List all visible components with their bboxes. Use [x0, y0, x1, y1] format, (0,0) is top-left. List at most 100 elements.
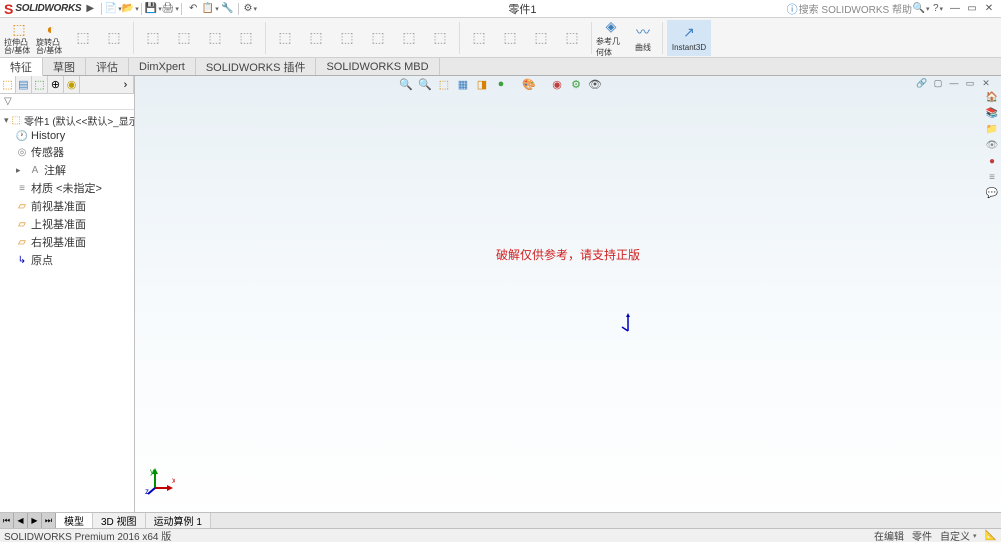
rebuild-button[interactable]: 🔧: [219, 2, 235, 16]
hide-show-icon[interactable]: 👁: [587, 76, 603, 92]
bottom-tab-3dview[interactable]: 3D 视图: [93, 513, 146, 528]
panel-tab-property[interactable]: ▤: [16, 76, 32, 93]
tree-item-sensors[interactable]: ◎ 传感器: [2, 143, 132, 161]
zoom-area-icon[interactable]: 🔍: [417, 76, 433, 92]
status-custom[interactable]: 自定义 ▾: [940, 528, 977, 543]
display-style-icon[interactable]: ▦: [455, 76, 471, 92]
disabled-btn-12: ⬚: [425, 20, 455, 56]
vp-close-button[interactable]: ✕: [979, 76, 993, 90]
tab-scroll-prev-button[interactable]: ◀: [14, 513, 28, 528]
tab-mbd[interactable]: SOLIDWORKS MBD: [316, 58, 439, 75]
zoom-fit-icon[interactable]: 🔍: [398, 76, 414, 92]
titlebar-left: S SOLIDWORKS ▶ 📄▾ 📂▾ 💾▾ 🖨▾ ↶ 📋▾ 🔧 ⚙▾: [4, 1, 258, 17]
tab-addins[interactable]: SOLIDWORKS 插件: [196, 58, 317, 75]
filter-icon[interactable]: ▽: [4, 96, 12, 107]
edit-appearance-icon[interactable]: 🎨: [521, 76, 537, 92]
taskpane-forum-icon[interactable]: 💬: [985, 186, 999, 200]
extrude-label: 拉伸凸台/基体: [4, 39, 34, 55]
curve-button[interactable]: 〰 曲线: [628, 20, 658, 56]
scene-icon[interactable]: ●: [493, 76, 509, 92]
disabled-btn-8: ⬚: [301, 20, 331, 56]
panel-expand-button[interactable]: ›: [118, 76, 134, 93]
refgeom-label: 参考几何体: [596, 36, 626, 58]
play-button[interactable]: ▶: [82, 2, 98, 16]
close-button[interactable]: ✕: [981, 2, 997, 16]
panel-tab-config[interactable]: ⬚: [32, 76, 48, 93]
taskpane-appearance-icon[interactable]: ●: [985, 154, 999, 168]
tree-item-history[interactable]: 🕐 History: [2, 129, 132, 143]
print-button[interactable]: 🖨▾: [162, 2, 178, 16]
options-button[interactable]: ⚙▾: [242, 2, 258, 16]
tab-dimxpert[interactable]: DimXpert: [129, 58, 196, 75]
collapse-icon[interactable]: ▾: [4, 115, 9, 126]
panel-filter-row: ▽: [0, 94, 134, 110]
revolve-icon: ◐: [41, 20, 61, 38]
taskpane-home-icon[interactable]: 🏠: [985, 90, 999, 104]
open-button[interactable]: 📂▾: [122, 2, 138, 16]
tree-root-label: 零件1 (默认<<默认>_显示状态 1>): [24, 113, 134, 128]
ribbon: ⬚ 拉伸凸台/基体 ◐ 旋转凸台/基体 ⬚ ⬚ ⬚ ⬚ ⬚ ⬚ ⬚ ⬚ ⬚ ⬚ …: [0, 18, 1001, 58]
panel-tab-feature-tree[interactable]: ⬚: [0, 76, 16, 93]
tab-features[interactable]: 特征: [0, 58, 43, 76]
redo-button[interactable]: 📋▾: [202, 2, 218, 16]
tree-item-top-plane[interactable]: ▱ 上视基准面: [2, 215, 132, 233]
vp-other-icon[interactable]: ▢: [931, 76, 945, 90]
separator: [141, 3, 142, 15]
restore-button[interactable]: ▭: [964, 2, 980, 16]
panel-tabs: ⬚ ▤ ⬚ ⊕ ◉ ›: [0, 76, 134, 94]
tab-scroll-next-button[interactable]: ▶: [28, 513, 42, 528]
tree-item-material[interactable]: ≡ 材质 <未指定>: [2, 179, 132, 197]
tab-scroll-last-button[interactable]: ⏭: [42, 513, 56, 528]
vp-minimize-button[interactable]: —: [947, 76, 961, 90]
tree-root[interactable]: ▾ ⬚ 零件1 (默认<<默认>_显示状态 1>): [2, 112, 132, 129]
tree-label: 前视基准面: [31, 198, 86, 214]
view-orient-icon[interactable]: ⬚: [436, 76, 452, 92]
tree-item-annotations[interactable]: ▸ A 注解: [2, 161, 132, 179]
new-button[interactable]: 📄▾: [105, 2, 121, 16]
tree-item-right-plane[interactable]: ▱ 右视基准面: [2, 233, 132, 251]
apply-scene-icon[interactable]: ◉: [549, 76, 565, 92]
tree-label: 传感器: [31, 144, 64, 160]
panel-tab-display[interactable]: ◉: [64, 76, 80, 93]
instant3d-button[interactable]: ↗ Instant3D: [667, 20, 711, 56]
extrude-boss-button[interactable]: ⬚ 拉伸凸台/基体: [4, 20, 34, 56]
disabled-btn-7: ⬚: [270, 20, 300, 56]
taskpane-explorer-icon[interactable]: 📁: [985, 122, 999, 136]
tree-item-front-plane[interactable]: ▱ 前视基准面: [2, 197, 132, 215]
bottom-tab-model[interactable]: 模型: [56, 513, 93, 528]
curve-icon: 〰: [633, 23, 653, 41]
origin-triad-icon: [620, 313, 636, 336]
tab-sketch[interactable]: 草图: [43, 58, 86, 75]
ref-geometry-button[interactable]: ◈ 参考几何体: [596, 20, 626, 56]
status-unit-icon[interactable]: 📐: [985, 528, 997, 543]
tree-label: 注解: [44, 162, 66, 178]
view-settings-icon[interactable]: ⚙: [568, 76, 584, 92]
3d-viewport[interactable]: 破解仅供参考，请支持正版 x y z: [135, 76, 1001, 524]
curve-label: 曲线: [635, 42, 651, 53]
panel-tab-dimxpert[interactable]: ⊕: [48, 76, 64, 93]
save-button[interactable]: 💾▾: [145, 2, 161, 16]
taskpane-view-icon[interactable]: 👁: [985, 138, 999, 152]
search-button[interactable]: 🔍▾: [913, 2, 929, 16]
vp-restore-button[interactable]: ▭: [963, 76, 977, 90]
tree-item-origin[interactable]: ↳ 原点: [2, 251, 132, 269]
svg-text:y: y: [150, 467, 154, 476]
minimize-button[interactable]: —: [947, 2, 963, 16]
revolve-boss-button[interactable]: ◐ 旋转凸台/基体: [36, 20, 66, 56]
tab-scroll-first-button[interactable]: ⏮: [0, 513, 14, 528]
vp-link-icon[interactable]: 🔗: [915, 76, 929, 90]
tab-evaluate[interactable]: 评估: [86, 58, 129, 75]
section-view-icon[interactable]: ◨: [474, 76, 490, 92]
origin-icon: ↳: [16, 254, 28, 266]
taskpane-library-icon[interactable]: 📚: [985, 106, 999, 120]
undo-button[interactable]: ↶: [185, 2, 201, 16]
revolve-label: 旋转凸台/基体: [36, 39, 66, 55]
tree-label: 右视基准面: [31, 234, 86, 250]
bottom-tab-motion-study[interactable]: 运动算例 1: [146, 513, 211, 528]
help-button[interactable]: ?▾: [930, 2, 946, 16]
task-pane: 🏠 📚 📁 👁 ● ≡ 💬: [983, 88, 1001, 202]
expand-icon[interactable]: ▸: [16, 165, 26, 176]
disabled-btn-6: ⬚: [231, 20, 261, 56]
taskpane-property-icon[interactable]: ≡: [985, 170, 999, 184]
search-help-text[interactable]: 搜索 SOLIDWORKS 帮助: [799, 1, 912, 16]
